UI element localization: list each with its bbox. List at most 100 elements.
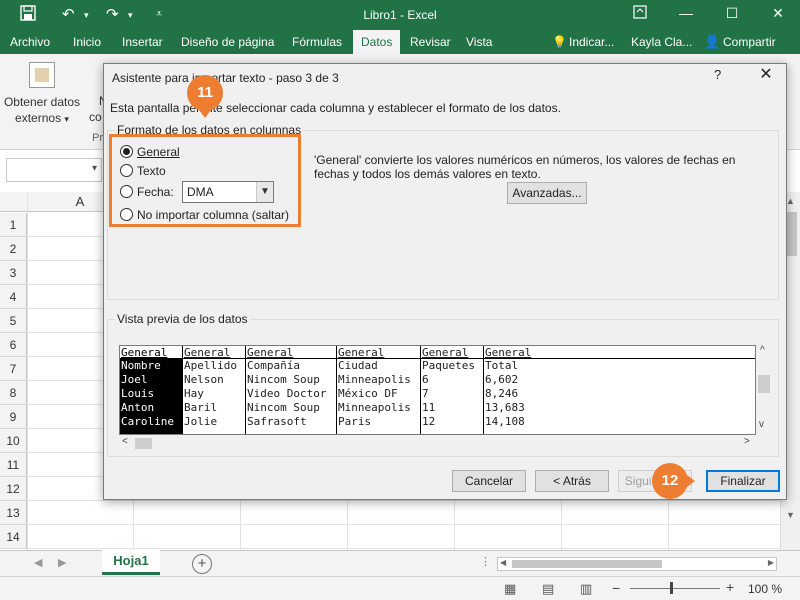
tab-insertar[interactable]: Insertar — [122, 35, 163, 49]
preview-cell: Caroline — [120, 415, 182, 429]
tell-me-search[interactable]: Indicar... — [569, 35, 614, 49]
dialog-title: Asistente para importar texto - paso 3 d… — [112, 71, 339, 85]
row-header[interactable]: 10 — [0, 429, 27, 453]
preview-cell: México DF — [338, 387, 398, 400]
row-header[interactable]: 3 — [0, 261, 27, 285]
preview-cell: Safrasoft — [247, 415, 307, 428]
row-header[interactable]: 14 — [0, 525, 27, 549]
radio-general-label: General — [137, 145, 180, 159]
row-header[interactable]: 4 — [0, 285, 27, 309]
help-button[interactable]: ? — [714, 67, 721, 82]
minimize-icon[interactable]: — — [676, 5, 696, 21]
tab-inicio[interactable]: Inicio — [73, 35, 101, 49]
get-external-data-icon[interactable] — [29, 62, 55, 88]
row-header[interactable]: 7 — [0, 357, 27, 381]
preview-cell: 8,246 — [485, 387, 519, 400]
tab-datos[interactable]: Datos — [353, 30, 401, 54]
preview-cell: Nincom Soup — [247, 401, 320, 414]
hscroll-thumb[interactable] — [512, 560, 662, 568]
scroll-up-icon[interactable]: ▲ — [786, 196, 795, 206]
row-header[interactable]: 11 — [0, 453, 27, 477]
radio-text-label: Texto — [137, 164, 166, 178]
sheet-next-icon[interactable]: ▶ — [58, 556, 66, 569]
tab-revisar[interactable]: Revisar — [410, 35, 451, 49]
scroll-left-icon[interactable]: ◀ — [500, 558, 506, 567]
preview-column[interactable]: General Apellido Nelson Hay Baril Jolie — [183, 346, 246, 434]
preview-scroll-right-icon[interactable]: > — [744, 436, 750, 447]
chevron-down-icon: ▾ — [64, 114, 69, 124]
horizontal-scrollbar[interactable]: ◀ ▶ — [497, 557, 777, 571]
row-header[interactable]: 5 — [0, 309, 27, 333]
row-header[interactable]: 9 — [0, 405, 27, 429]
sheet-tab-hoja1[interactable]: Hoja1 — [102, 550, 160, 575]
preview-column[interactable]: General Total 6,602 8,246 13,683 14,108 — [484, 346, 755, 434]
ribbon-tabs: Archivo Inicio Insertar Diseño de página… — [0, 30, 800, 54]
preview-horizontal-scrollbar[interactable]: < > — [119, 435, 756, 451]
preview-cell: Joel — [120, 373, 182, 387]
preview-scroll-left-icon[interactable]: < — [122, 436, 128, 447]
sheet-tab-bar: ◀ ▶ Hoja1 + ⋮ ◀ ▶ — [0, 550, 800, 576]
close-icon[interactable]: ✕ — [768, 5, 788, 22]
preview-scroll-down-icon[interactable]: v — [759, 419, 764, 430]
tab-vista[interactable]: Vista — [466, 35, 492, 49]
user-name[interactable]: Kayla Cla... — [631, 35, 692, 49]
back-button[interactable]: < Atrás — [535, 470, 609, 492]
finish-button[interactable]: Finalizar — [706, 470, 780, 492]
scroll-down-icon[interactable]: ▼ — [786, 510, 795, 520]
preview-cell: Louis — [120, 387, 182, 401]
preview-scroll-up-icon[interactable]: ^ — [760, 345, 765, 356]
get-external-data-button[interactable]: Obtener datos externos ▾ — [2, 94, 82, 127]
preview-column-format: General — [183, 346, 245, 359]
radio-skip-indicator[interactable] — [120, 208, 133, 221]
preview-vertical-scrollbar[interactable]: ^ v — [756, 345, 772, 435]
row-header[interactable]: 8 — [0, 381, 27, 405]
page-layout-view-icon[interactable]: ▤ — [542, 581, 554, 597]
dialog-close-icon[interactable]: ✕ — [756, 64, 776, 84]
radio-general-indicator[interactable] — [120, 145, 133, 158]
preview-cell: Minneapolis — [338, 373, 411, 386]
preview-vscroll-thumb[interactable] — [758, 375, 770, 393]
row-header[interactable]: 6 — [0, 333, 27, 357]
preview-cell: Paris — [338, 415, 372, 428]
step-callout-12-pointer — [687, 475, 695, 487]
radio-date-indicator[interactable] — [120, 185, 133, 198]
share-button[interactable]: Compartir — [723, 35, 776, 49]
row-header[interactable]: 12 — [0, 477, 27, 501]
status-bar: ▦ ▤ ▥ − + 100 % — [0, 576, 800, 600]
preview-cell: 6 — [422, 373, 429, 386]
preview-column[interactable]: General Compañía Nincom Soup Video Docto… — [246, 346, 337, 434]
normal-view-icon[interactable]: ▦ — [504, 581, 516, 597]
maximize-icon[interactable]: ☐ — [722, 5, 742, 22]
date-format-select[interactable]: DMA ▼ — [182, 181, 274, 203]
advanced-button[interactable]: Avanzadas... — [507, 182, 587, 204]
ribbon-display-icon[interactable] — [630, 5, 650, 22]
scroll-right-icon[interactable]: ▶ — [768, 558, 774, 567]
row-header[interactable]: 2 — [0, 237, 27, 261]
page-break-view-icon[interactable]: ▥ — [580, 581, 592, 597]
tab-diseno[interactable]: Diseño de página — [181, 35, 274, 49]
add-sheet-button[interactable]: + — [192, 554, 212, 574]
zoom-level[interactable]: 100 % — [748, 582, 782, 596]
zoom-out-button[interactable]: − — [612, 580, 620, 596]
radio-text-indicator[interactable] — [120, 164, 133, 177]
name-box[interactable] — [6, 158, 102, 182]
tab-archivo[interactable]: Archivo — [10, 35, 50, 49]
column-format-legend: Formato de los datos en columnas — [115, 123, 304, 137]
preview-cell: Compañía — [247, 359, 300, 372]
zoom-slider-knob[interactable] — [670, 582, 673, 594]
sheet-prev-icon[interactable]: ◀ — [34, 556, 42, 569]
row-header[interactable]: 13 — [0, 501, 27, 525]
zoom-in-button[interactable]: + — [726, 579, 734, 595]
row-header[interactable]: 1 — [0, 213, 27, 237]
zoom-slider-track[interactable] — [630, 588, 720, 589]
more-options-icon[interactable]: ⋮ — [480, 555, 491, 568]
cancel-button[interactable]: Cancelar — [452, 470, 526, 492]
tab-formulas[interactable]: Fórmulas — [292, 35, 342, 49]
gridline — [27, 548, 780, 549]
chevron-down-icon[interactable]: ▼ — [256, 182, 273, 202]
data-preview[interactable]: General Nombre Joel Louis Anton Caroline… — [119, 345, 756, 435]
preview-hscroll-thumb[interactable] — [135, 438, 152, 449]
preview-column[interactable]: General Nombre Joel Louis Anton Caroline — [120, 346, 183, 434]
preview-column[interactable]: General Paquetes 6 7 11 12 — [421, 346, 484, 434]
preview-column[interactable]: General Ciudad Minneapolis México DF Min… — [337, 346, 421, 434]
